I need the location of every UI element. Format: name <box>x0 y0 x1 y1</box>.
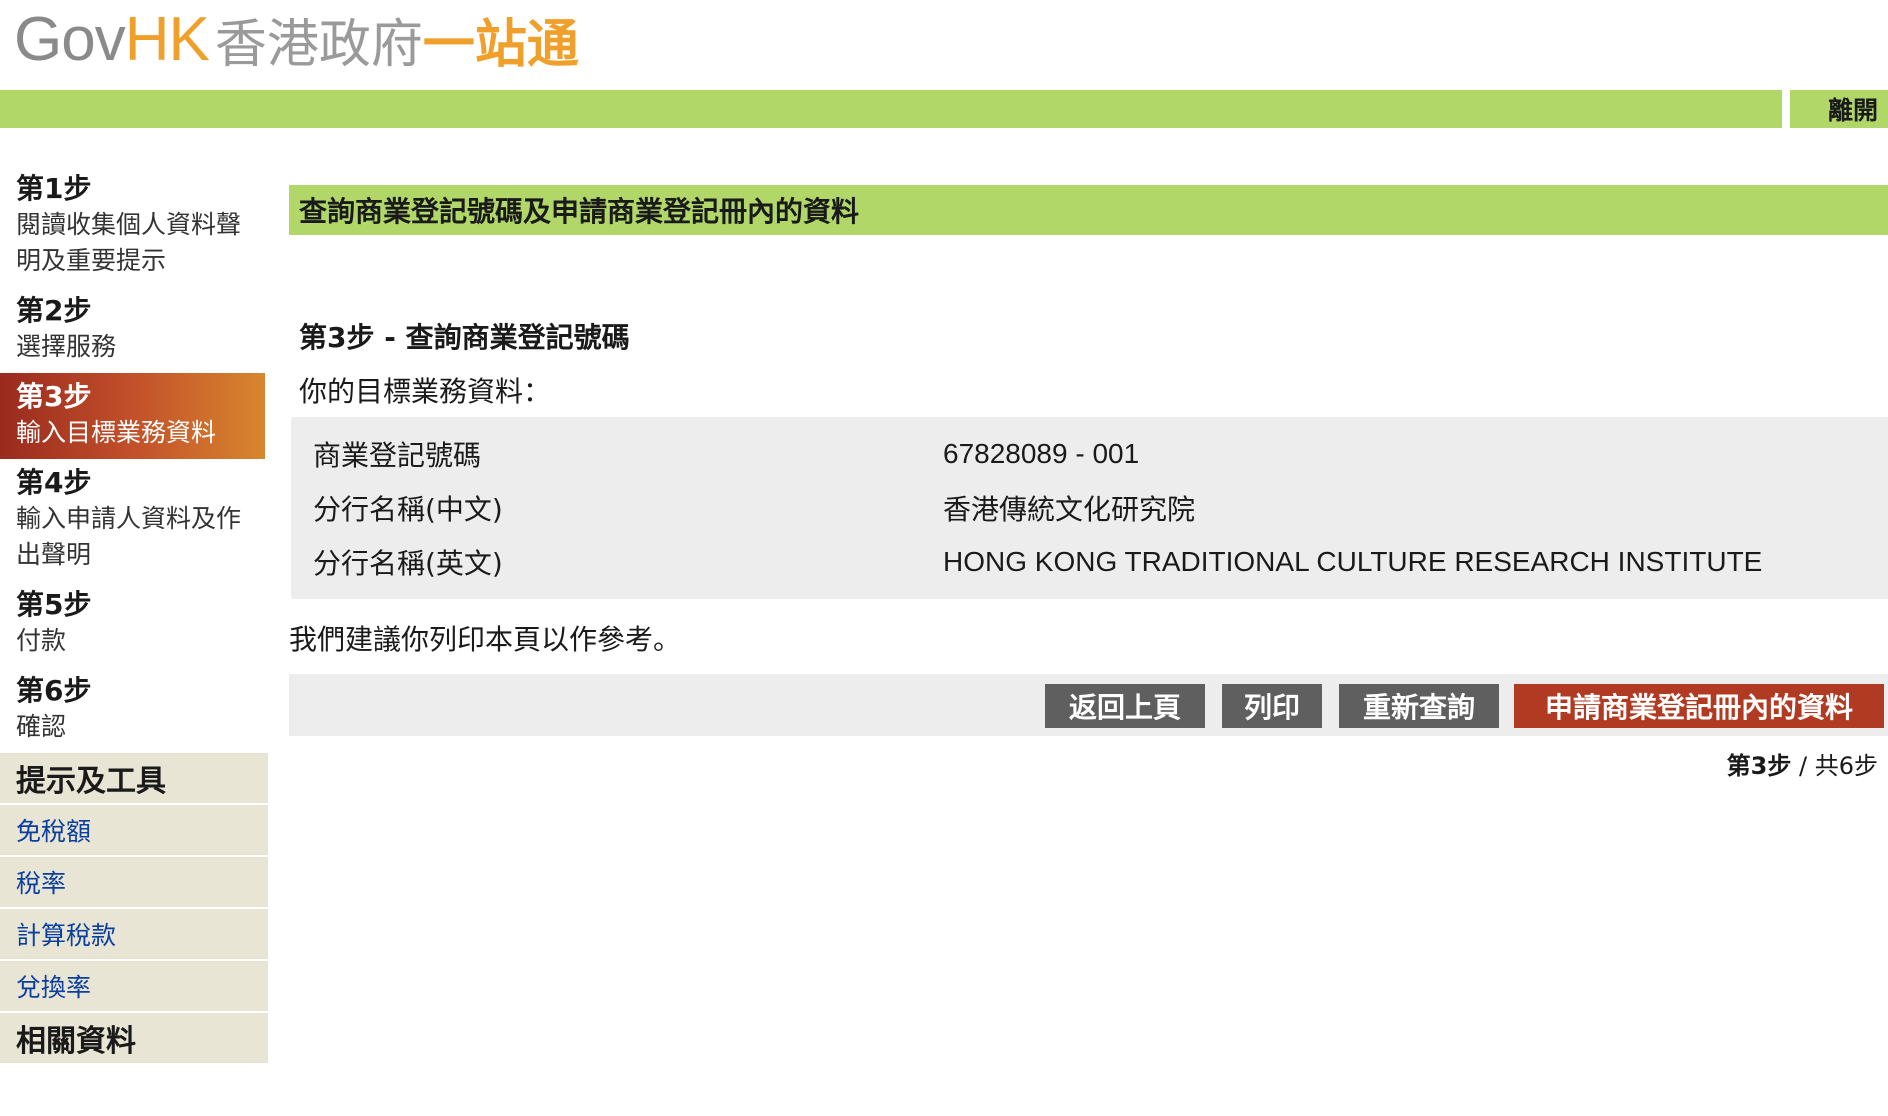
apply-register-info-button[interactable]: 申請商業登記冊內的資料 <box>1514 684 1884 728</box>
action-bar: 返回上頁 列印 重新查詢 申請商業登記冊內的資料 <box>289 674 1888 736</box>
print-suggestion: 我們建議你列印本頁以作參考。 <box>289 623 682 656</box>
tools-link-exchange-rates[interactable]: 兌換率 <box>0 961 268 1013</box>
top-nav-bar <box>0 90 1782 128</box>
business-info-table: 商業登記號碼 67828089 - 001 分行名稱(中文) 香港傳統文化研究院… <box>291 417 1888 599</box>
logo-gov-text: Gov <box>14 4 126 74</box>
info-row-branch-name-cn: 分行名稱(中文) 香港傳統文化研究院 <box>313 481 1873 535</box>
step-number: 第4步 <box>16 466 92 499</box>
step-number: 第1步 <box>16 172 92 205</box>
info-key: 分行名稱(英文) <box>313 547 503 580</box>
tools-link-tax-rates[interactable]: 稅率 <box>0 857 268 909</box>
tools-link-tax-calculator[interactable]: 計算稅款 <box>0 909 268 961</box>
step-description: 選擇服務 <box>16 332 117 361</box>
step-description: 輸入目標業務資料 <box>16 418 217 447</box>
sidebar-step-4: 第4步 輸入申請人資料及作 出聲明 <box>0 459 265 581</box>
step-number: 第2步 <box>16 294 92 327</box>
sidebar-step-6: 第6步 確認 <box>0 667 265 753</box>
related-heading: 相關資料 <box>0 1013 268 1065</box>
step-number: 第5步 <box>16 588 92 621</box>
step-description: 閱讀收集個人資料聲 <box>16 210 242 239</box>
step-number: 第3步 <box>16 380 92 413</box>
info-key: 商業登記號碼 <box>313 439 482 472</box>
back-button[interactable]: 返回上頁 <box>1045 684 1205 728</box>
step-description: 確認 <box>16 712 67 741</box>
header: Gov HK 香港政府 一站通 <box>0 0 1888 90</box>
sidebar-step-3-active: 第3步 輸入目標業務資料 <box>0 373 265 459</box>
step-progress: 第3步 / 共6步 <box>1727 746 1878 781</box>
info-value: 67828089 - 001 <box>943 438 1140 469</box>
step-description: 輸入申請人資料及作 <box>16 504 242 533</box>
info-value: HONG KONG TRADITIONAL CULTURE RESEARCH I… <box>943 546 1763 577</box>
step-progress-total: / 共6步 <box>1791 752 1878 780</box>
step-description: 明及重要提示 <box>16 246 167 275</box>
sidebar-step-1: 第1步 閱讀收集個人資料聲 明及重要提示 <box>0 165 265 287</box>
govhk-logo[interactable]: Gov HK 香港政府 一站通 <box>14 4 579 75</box>
info-row-br-number: 商業登記號碼 67828089 - 001 <box>313 427 1873 481</box>
step-description: 付款 <box>16 626 67 655</box>
info-key: 分行名稱(中文) <box>313 493 503 526</box>
step-description: 出聲明 <box>16 540 92 569</box>
info-label: 你的目標業務資料： <box>299 375 552 408</box>
logo-cn-orange-text: 一站通 <box>422 14 579 75</box>
step-number: 第6步 <box>16 674 92 707</box>
exit-link[interactable]: 離開 <box>1790 90 1888 128</box>
info-row-branch-name-en: 分行名稱(英文) HONG KONG TRADITIONAL CULTURE R… <box>313 535 1873 589</box>
info-value: 香港傳統文化研究院 <box>943 494 1196 525</box>
logo-hk-text: HK <box>124 4 210 74</box>
requery-button[interactable]: 重新查詢 <box>1339 684 1499 728</box>
sidebar-step-5: 第5步 付款 <box>0 581 265 667</box>
logo-cn-gray-text: 香港政府 <box>214 14 423 75</box>
sidebar-step-2: 第2步 選擇服務 <box>0 287 265 373</box>
step-progress-current: 第3步 <box>1726 752 1792 780</box>
print-button[interactable]: 列印 <box>1222 684 1322 728</box>
page-title: 查詢商業登記號碼及申請商業登記冊內的資料 <box>289 185 1888 235</box>
tools-heading: 提示及工具 <box>0 753 268 805</box>
sidebar: 第1步 閱讀收集個人資料聲 明及重要提示 第2步 選擇服務 第3步 輸入目標業務… <box>0 165 268 1065</box>
step-heading: 第3步 - 查詢商業登記號碼 <box>299 321 630 354</box>
tools-link-allowances[interactable]: 免稅額 <box>0 805 268 857</box>
